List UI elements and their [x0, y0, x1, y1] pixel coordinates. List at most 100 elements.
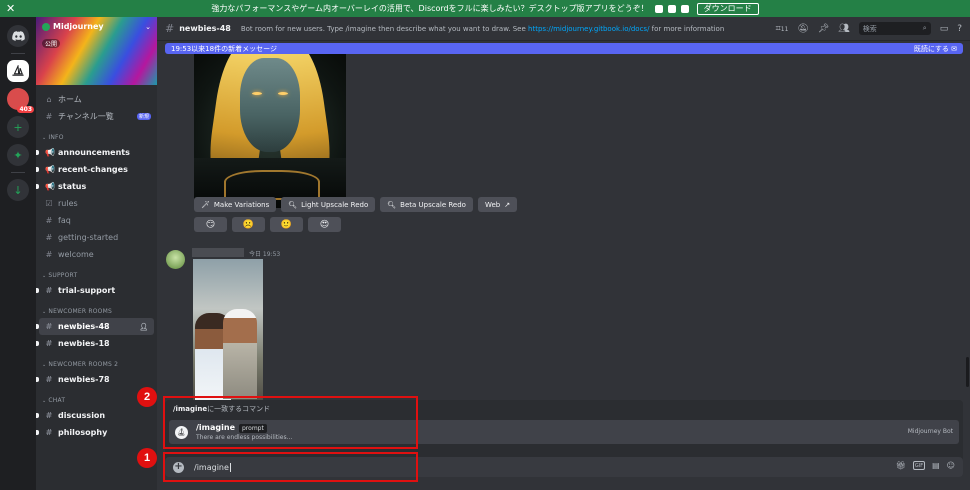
sidebar-item-newbies-78[interactable]: # newbies-78 [36, 371, 157, 388]
annotation-box-2 [163, 396, 418, 449]
sidebar-item-recent-changes[interactable]: 📢 recent-changes [36, 161, 157, 178]
annotation-step-2: 2 [137, 387, 157, 407]
server-icon-2[interactable]: 403 [7, 88, 34, 113]
annotation-box-1 [163, 452, 418, 482]
sidebar-item-rules[interactable]: ☑ rules [36, 195, 157, 212]
category-header[interactable]: ⌄ INFO [36, 125, 157, 144]
sidebar-item-announcements[interactable]: 📢 announcements [36, 144, 157, 161]
channel-header: # newbies-48 Bot room for new users. Typ… [157, 17, 970, 41]
sidebar-item-discussion[interactable]: # discussion [36, 407, 157, 424]
desktop-app-banner: ✕ 強力なパフォーマンスやゲーム内オーバーレイの活用で、Discordをフルに楽… [0, 0, 970, 17]
megaphone-icon: 📢 [45, 148, 55, 157]
midjourney-server-icon[interactable] [7, 60, 29, 82]
hash-icon: # [45, 339, 53, 348]
reaction-smirk-button[interactable]: 😏 [194, 217, 227, 232]
hash-icon: # [45, 233, 53, 242]
mute-bell-icon[interactable]: 🔕︎ [797, 24, 808, 34]
mark-read-button[interactable]: 既読にする ✉ [914, 44, 957, 54]
mention-badge: 403 [17, 106, 34, 113]
rules-icon: ☑ [45, 199, 53, 208]
download-apps-icon[interactable]: ↓ [7, 179, 29, 201]
reaction-button-row: 😏 ☹️ 🙂 😍 [194, 217, 341, 232]
category-header[interactable]: ⌄ SUPPORT [36, 263, 157, 282]
uploaded-photo[interactable] [193, 259, 263, 401]
sidebar-item-browse-channels[interactable]: # チャンネル一覧 新規 [36, 108, 157, 125]
invite-icon[interactable]: 👤︎ [139, 323, 148, 331]
hash-icon: # [45, 322, 53, 331]
channel-hash-icon: # [165, 22, 175, 35]
megaphone-icon: 📢 [45, 165, 55, 174]
category-header[interactable]: ⌄ NEWCOMER ROOMS [36, 299, 157, 318]
sidebar-item-trial-support[interactable]: # trial-support [36, 282, 157, 299]
gif-icon[interactable]: GIF [912, 461, 926, 470]
hash-list-icon: # [45, 112, 53, 121]
public-tag: 公開 [42, 39, 61, 48]
sidebar-item-newbies-48[interactable]: # newbies-48 👤︎ [36, 318, 154, 335]
generated-image[interactable] [194, 54, 346, 208]
sidebar-item-welcome[interactable]: # welcome [36, 246, 157, 263]
make-variations-button[interactable]: 🪄︎ Make Variations [194, 197, 277, 212]
apple-icon [654, 4, 663, 13]
add-server-icon[interactable]: + [7, 116, 29, 138]
search-input[interactable]: 検索 ⌕ [858, 22, 931, 35]
hash-icon: # [45, 375, 53, 384]
magic-wand-icon: 🪄︎ [201, 200, 210, 209]
chevron-down-icon[interactable]: ⌄ [145, 23, 151, 31]
discord-home-icon[interactable] [7, 25, 29, 47]
sidebar-item-getting-started[interactable]: # getting-started [36, 229, 157, 246]
upscale-button-row: 🪄︎ Make Variations 🔍︎ Light Upscale Redo 🔍… [194, 197, 518, 212]
home-icon: ⌂ [46, 95, 52, 104]
header-tools: ⌗11 🔕︎ 📌︎ 👥︎ 検索 ⌕ ▭ ? [776, 22, 962, 35]
web-button[interactable]: Web ↗ [477, 197, 518, 212]
member-list-icon[interactable]: 👥︎ [838, 24, 849, 34]
discover-icon[interactable]: ✦ [7, 144, 29, 166]
scrollbar-thumb[interactable] [966, 357, 969, 387]
sidebar-item-status[interactable]: 📢 status [36, 178, 157, 195]
server-name: Midjourney [42, 22, 151, 31]
avatar[interactable] [166, 250, 185, 269]
beta-upscale-redo-button[interactable]: 🔍︎ Beta Upscale Redo [380, 197, 473, 212]
light-upscale-redo-button[interactable]: 🔍︎ Light Upscale Redo [281, 197, 376, 212]
reaction-love-button[interactable]: 😍 [308, 217, 341, 232]
threads-icon[interactable]: ⌗11 [776, 24, 789, 34]
sidebar-item-home[interactable]: ⌂ ホーム [36, 91, 157, 108]
docs-link[interactable]: https://midjourney.gitbook.io/docs/ [528, 25, 649, 33]
channel-title: newbies-48 [179, 24, 231, 33]
windows-icon [680, 4, 689, 13]
sidebar-item-philosophy[interactable]: # philosophy [36, 424, 157, 441]
channel-sidebar: Midjourney 公開 ⌄ ⌂ ホーム # チャンネル一覧 新規 ⌄ INFO… [36, 17, 157, 490]
new-badge: 新規 [136, 113, 151, 120]
emoji-icon[interactable]: ☺ [947, 461, 955, 470]
pin-icon[interactable]: 📌︎ [818, 24, 829, 34]
download-button[interactable]: ダウンロード [696, 2, 759, 15]
hash-icon: # [45, 216, 53, 225]
sidebar-item-newbies-18[interactable]: # newbies-18 [36, 335, 157, 352]
reaction-smile-button[interactable]: 🙂 [270, 217, 303, 232]
server-banner[interactable]: Midjourney 公開 ⌄ [36, 17, 157, 85]
channel-topic: Bot room for new users. Type /imagine th… [240, 24, 725, 33]
input-tools: 🎁︎ GIF ▤ ☺ [896, 461, 955, 470]
megaphone-icon: 📢 [45, 182, 55, 191]
magnifier-icon: 🔍︎ [288, 200, 298, 209]
sticker-icon[interactable]: ▤ [932, 461, 940, 470]
username-redacted[interactable] [192, 248, 244, 257]
platform-icons [654, 4, 689, 13]
banner-text: 強力なパフォーマンスやゲーム内オーバーレイの活用で、Discordをフルに楽しみ… [211, 4, 649, 13]
command-source: Midjourney Bot [907, 428, 953, 435]
banner-close-icon[interactable]: ✕ [6, 2, 15, 15]
android-icon [667, 4, 676, 13]
magnifier-icon: 🔍︎ [387, 200, 397, 209]
help-icon[interactable]: ? [957, 24, 962, 34]
sidebar-item-faq[interactable]: # faq [36, 212, 157, 229]
reaction-frown-button[interactable]: ☹️ [232, 217, 265, 232]
hash-icon: # [45, 250, 53, 259]
server-list: 403 + ✦ ↓ [0, 17, 36, 490]
gift-icon[interactable]: 🎁︎ [896, 461, 906, 470]
hash-icon: # [45, 411, 53, 420]
new-messages-bar[interactable]: 19:53以来18件の新着メッセージ 既読にする ✉ [165, 43, 963, 54]
verified-icon [42, 22, 50, 31]
inbox-icon[interactable]: ▭ [940, 24, 949, 34]
category-header[interactable]: ⌄ NEWCOMER ROOMS 2 [36, 352, 157, 371]
hash-icon: # [45, 286, 53, 295]
message-timestamp: 今日 19:53 [249, 251, 281, 258]
